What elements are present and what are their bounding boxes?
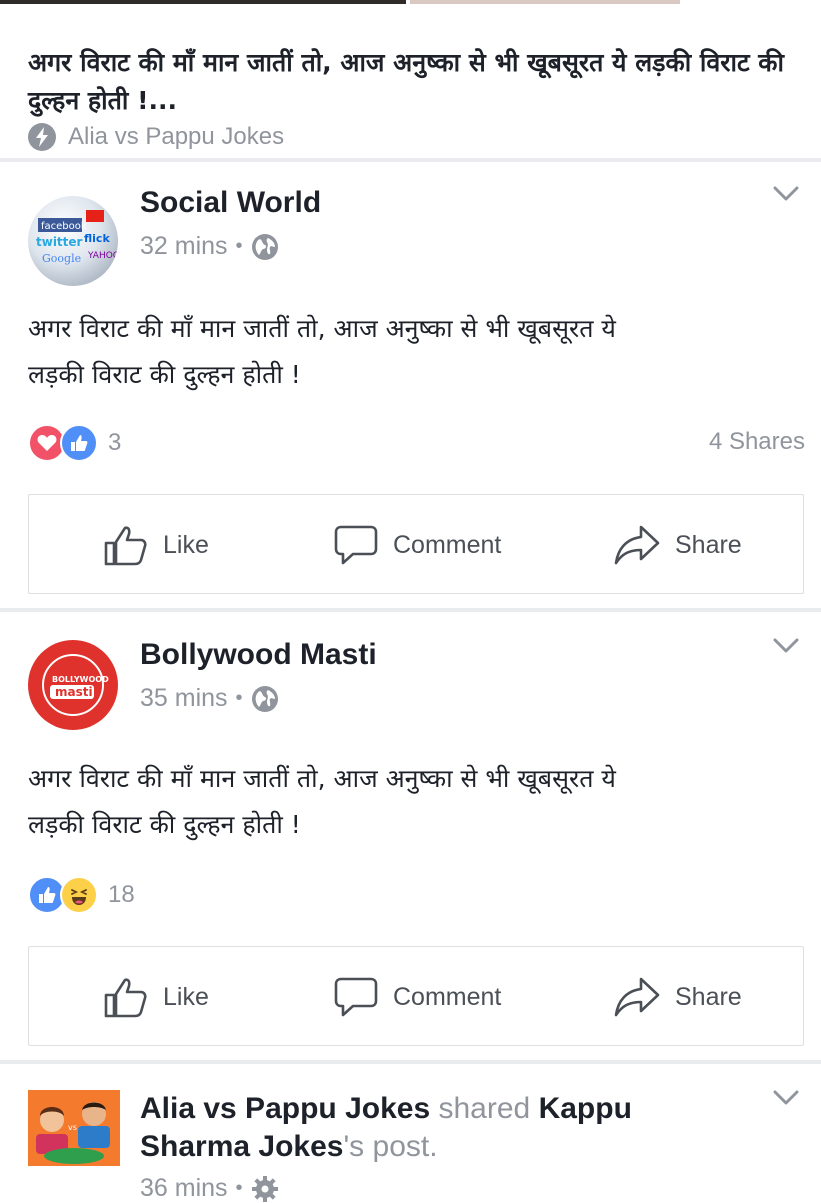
post-author[interactable]: Bollywood Masti	[140, 638, 377, 672]
globe-icon	[251, 233, 278, 260]
post-time[interactable]: 36 mins	[140, 1174, 228, 1203]
svg-text:YAHOO: YAHOO	[87, 251, 118, 261]
svg-text:masti: masti	[55, 685, 93, 699]
post-author[interactable]: Social World	[140, 186, 321, 220]
thumbs-up-icon	[104, 526, 147, 566]
avatar[interactable]: BOLLYWOOD masti	[28, 640, 118, 730]
svg-text:vs: vs	[68, 1123, 77, 1132]
shared-word: shared	[438, 1092, 531, 1125]
avatar[interactable]: facebook twitter flick Google YAHOO	[28, 196, 118, 286]
post-text: अगर विराट की माँ मान जातीं तो, आज अनुष्क…	[28, 756, 798, 848]
haha-reaction-icon	[60, 876, 98, 914]
shared-post-header: Alia vs Pappu Jokes shared Kappu Sharma …	[140, 1090, 700, 1166]
share-arrow-icon	[614, 525, 660, 565]
like-button[interactable]: Like	[103, 495, 209, 595]
post-time[interactable]: 32 mins	[140, 232, 228, 261]
post-text: अगर विराट की माँ मान जातीं तो, आज अनुष्क…	[28, 306, 798, 398]
link-preview-card[interactable]: अगर विराट की माँ मान जातीं तो, आज अनुष्क…	[0, 6, 821, 159]
share-label: Share	[675, 530, 742, 559]
reaction-count: 18	[108, 881, 135, 908]
image-edge-right	[410, 0, 680, 4]
shared-suffix: 's post.	[343, 1130, 438, 1163]
post-meta: 35 mins •	[140, 684, 279, 713]
comment-icon	[334, 977, 378, 1017]
post-text-line: लड़की विराट की दुल्हन होती !	[28, 360, 301, 389]
post-author[interactable]: Alia vs Pappu Jokes	[140, 1092, 430, 1125]
meta-dot: •	[235, 1177, 243, 1199]
reaction-summary[interactable]: 3	[28, 424, 121, 462]
post-actions-bar: Like Comment Share	[28, 946, 804, 1046]
reaction-summary[interactable]: 18	[28, 876, 135, 914]
like-label: Like	[163, 530, 209, 559]
comment-button[interactable]: Comment	[333, 495, 501, 595]
avatar[interactable]: vs	[28, 1090, 120, 1166]
post-text-line: अगर विराट की माँ मान जातीं तो, आज अनुष्क…	[28, 314, 616, 343]
share-arrow-icon	[614, 977, 660, 1017]
globe-icon	[251, 685, 278, 712]
like-reaction-icon	[60, 424, 98, 462]
svg-text:Google: Google	[42, 252, 81, 265]
reaction-count: 3	[108, 429, 122, 456]
like-label: Like	[163, 982, 209, 1011]
feed-post: BOLLYWOOD masti Bollywood Masti 35 mins …	[0, 612, 821, 1060]
post-text-line: अगर विराट की माँ मान जातीं तो, आज अनुष्क…	[28, 764, 616, 793]
link-source-name: Alia vs Pappu Jokes	[68, 123, 285, 150]
chevron-down-icon[interactable]	[773, 1090, 799, 1106]
bolt-icon	[28, 123, 56, 151]
chevron-down-icon[interactable]	[773, 638, 799, 654]
link-source[interactable]: Alia vs Pappu Jokes	[28, 122, 284, 152]
gear-icon	[251, 1175, 278, 1202]
share-button[interactable]: Share	[613, 947, 742, 1047]
meta-dot: •	[235, 687, 243, 709]
comment-label: Comment	[393, 530, 502, 559]
share-button[interactable]: Share	[613, 495, 742, 595]
link-headline[interactable]: अगर विराट की माँ मान जातीं तो, आज अनुष्क…	[28, 44, 788, 120]
chevron-down-icon[interactable]	[773, 186, 799, 202]
share-count[interactable]: 4 Shares	[709, 428, 805, 456]
comment-label: Comment	[393, 982, 502, 1011]
thumbs-up-icon	[104, 978, 147, 1018]
image-edge-left	[0, 0, 406, 4]
svg-text:BOLLYWOOD: BOLLYWOOD	[52, 675, 109, 684]
meta-dot: •	[235, 235, 243, 257]
post-meta: 32 mins •	[140, 232, 279, 261]
feed-post: vs Alia vs Pappu Jokes shared Kappu Shar…	[0, 1064, 821, 1203]
post-time[interactable]: 35 mins	[140, 684, 228, 713]
post-meta: 36 mins •	[140, 1174, 279, 1203]
feed-post: facebook twitter flick Google YAHOO Soci…	[0, 162, 821, 608]
svg-text:flick: flick	[84, 232, 110, 245]
post-text-line: लड़की विराट की दुल्हन होती !	[28, 810, 301, 839]
comment-button[interactable]: Comment	[333, 947, 501, 1047]
like-button[interactable]: Like	[103, 947, 209, 1047]
svg-text:twitter: twitter	[36, 235, 83, 249]
post-actions-bar: Like Comment Share	[28, 494, 804, 594]
share-label: Share	[675, 982, 742, 1011]
comment-icon	[334, 525, 378, 565]
svg-text:facebook: facebook	[41, 221, 87, 232]
